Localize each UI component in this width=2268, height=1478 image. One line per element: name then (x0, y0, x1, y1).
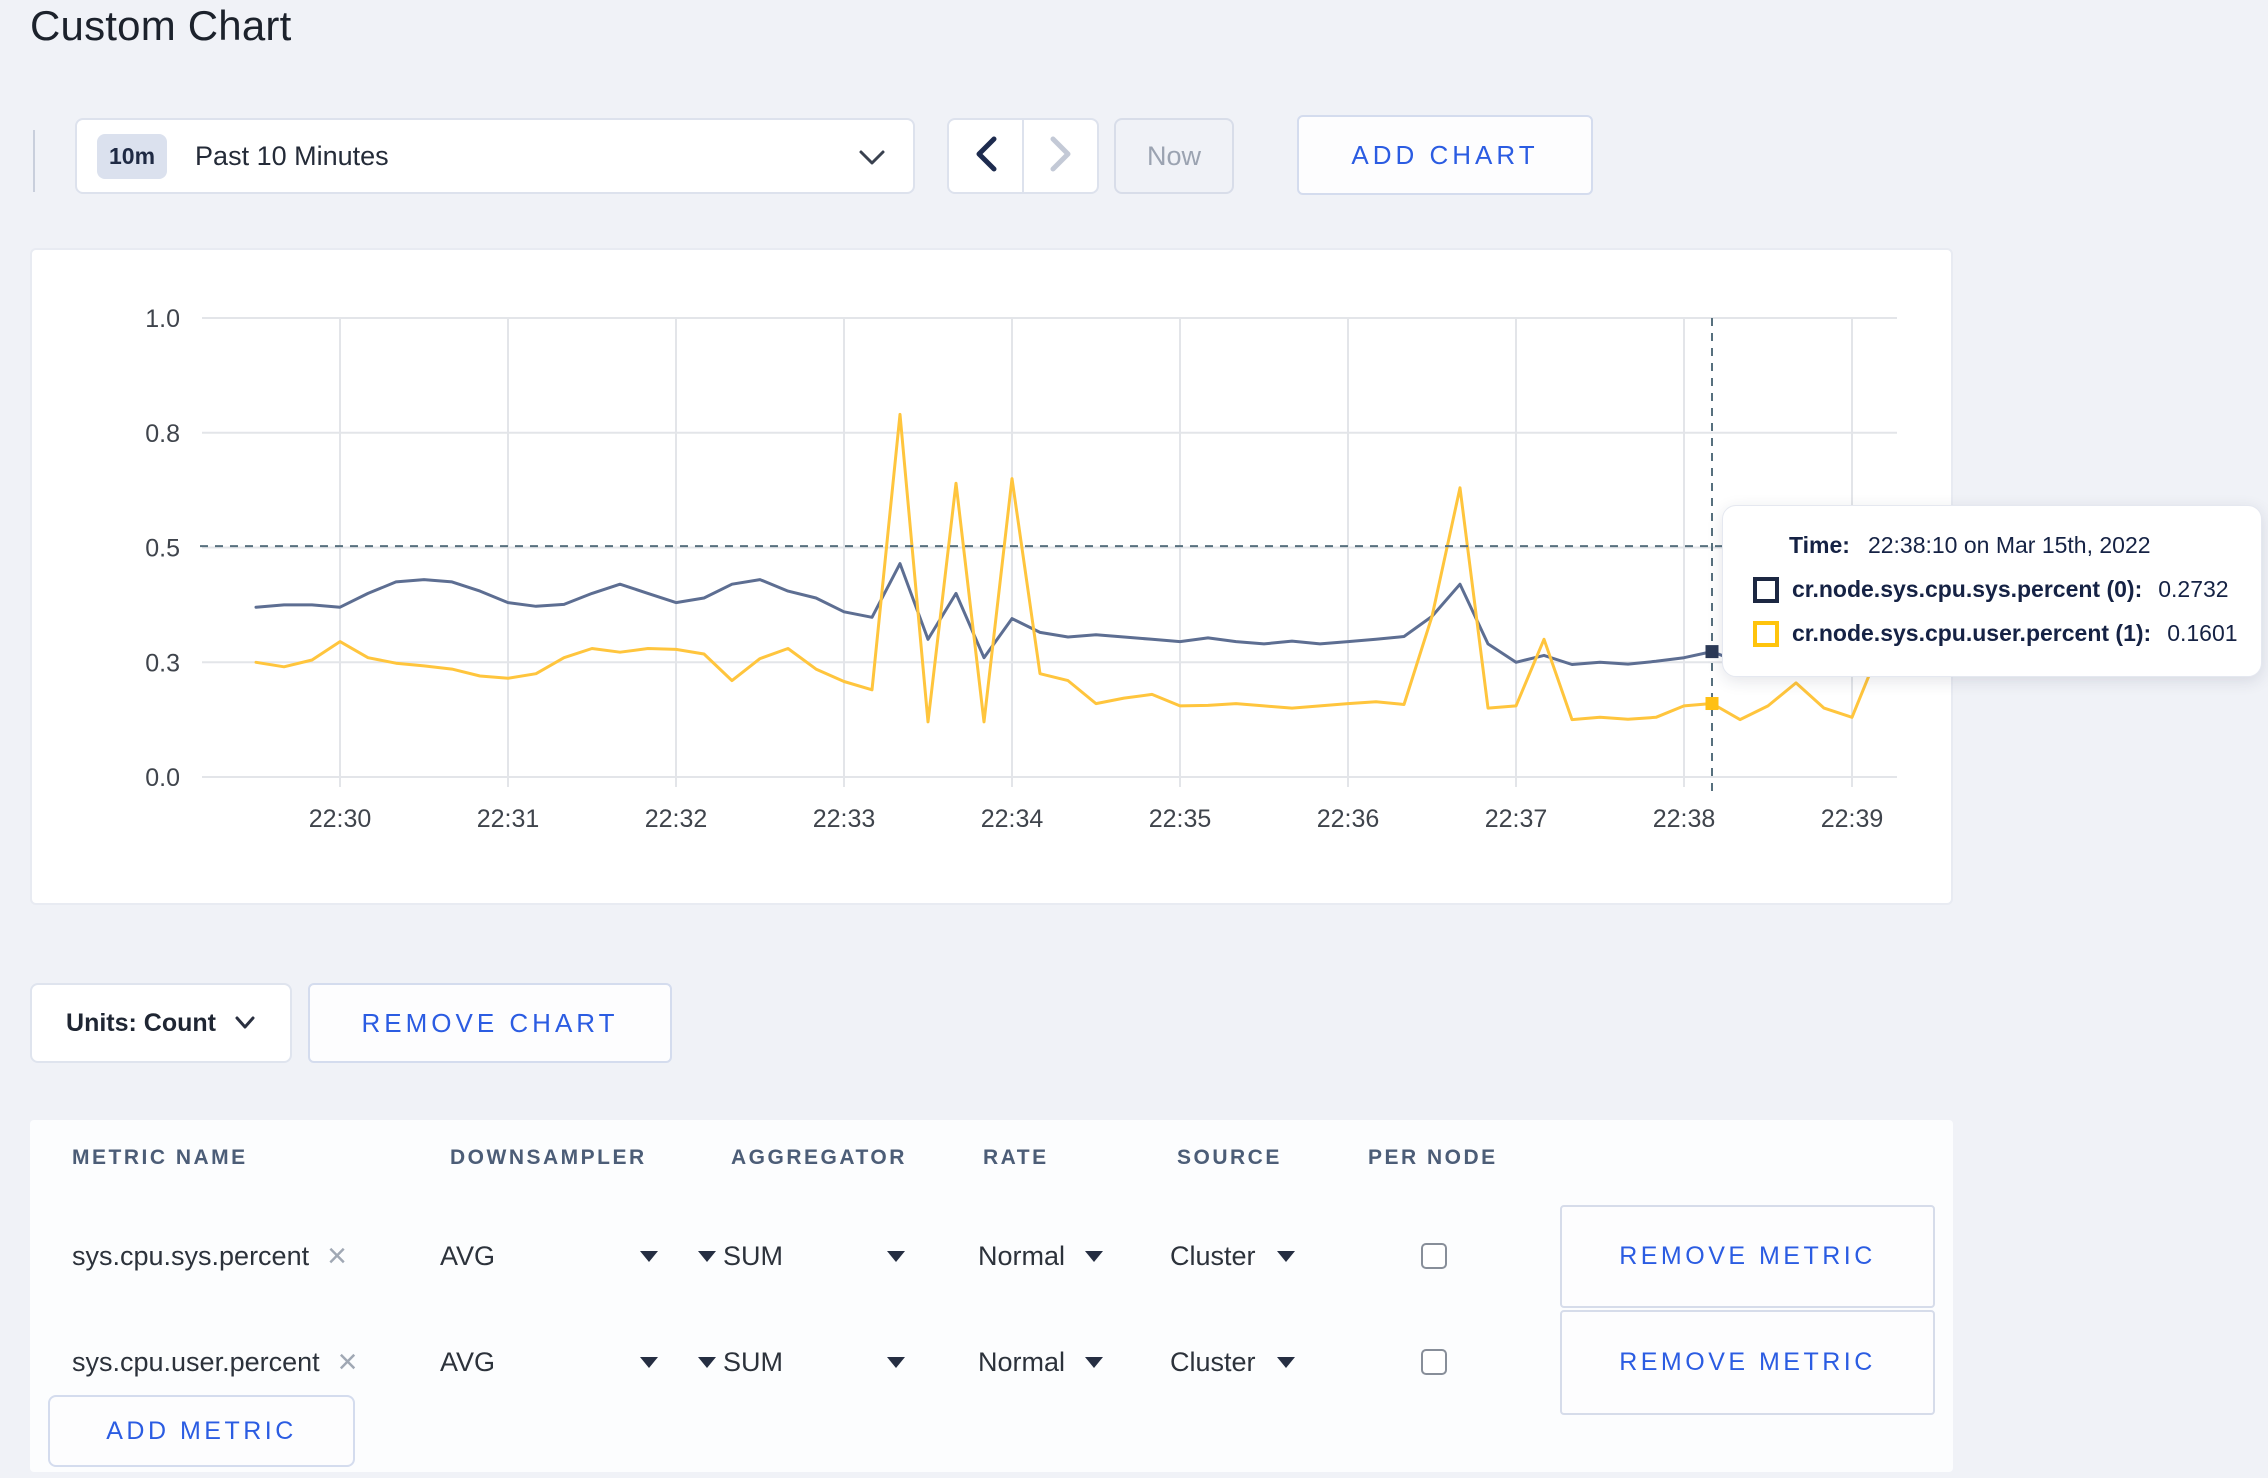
metric-name-select[interactable]: sys.cpu.user.percent × (72, 1340, 358, 1384)
dropdown-caret-icon[interactable] (887, 1251, 905, 1262)
remove-chart-button[interactable]: REMOVE CHART (308, 983, 672, 1063)
col-header-source: SOURCE (1177, 1146, 1282, 1169)
chevron-down-icon (234, 1009, 256, 1038)
remove-metric-x-icon[interactable]: × (327, 1239, 347, 1273)
tooltip-series-label: cr.node.sys.cpu.sys.percent (0): (1792, 576, 2143, 602)
svg-text:22:38: 22:38 (1653, 805, 1716, 833)
col-header-downsampler: DOWNSAMPLER (450, 1146, 647, 1169)
remove-metric-button[interactable]: REMOVE METRIC (1560, 1310, 1935, 1415)
series-swatch-icon (1753, 620, 1779, 647)
rate-select-label: Normal (978, 1240, 1066, 1271)
time-range-label: Past 10 Minutes (195, 140, 389, 171)
now-button[interactable]: Now (1114, 118, 1234, 194)
svg-text:22:31: 22:31 (477, 805, 540, 833)
dropdown-caret-icon[interactable] (1277, 1251, 1295, 1262)
source-select-label: Cluster (1170, 1346, 1256, 1377)
tooltip-time-row: Time: 22:38:10 on Mar 15th, 2022 (1789, 532, 2261, 559)
col-header-per-node: PER NODE (1368, 1146, 1498, 1169)
tooltip-series-row: cr.node.sys.cpu.sys.percent (0): 0.2732 (1753, 576, 2261, 603)
source-select[interactable]: Cluster (1170, 1234, 1256, 1278)
hover-tooltip: Time: 22:38:10 on Mar 15th, 2022 cr.node… (1722, 505, 2262, 677)
metric-name-select-label: sys.cpu.user.percent (72, 1346, 320, 1377)
svg-text:22:33: 22:33 (813, 805, 876, 833)
dropdown-caret-icon[interactable] (887, 1357, 905, 1368)
dropdown-caret-icon[interactable] (640, 1357, 658, 1368)
dropdown-caret-icon[interactable] (1277, 1357, 1295, 1368)
svg-text:22:35: 22:35 (1149, 805, 1212, 833)
source-select[interactable]: Cluster (1170, 1340, 1256, 1384)
tooltip-time-label: Time: (1789, 532, 1850, 558)
svg-text:22:34: 22:34 (981, 805, 1044, 833)
remove-metric-button[interactable]: REMOVE METRIC (1560, 1205, 1935, 1308)
svg-text:1.0: 1.0 (145, 305, 180, 333)
add-metric-button[interactable]: ADD METRIC (48, 1395, 355, 1467)
col-header-metric-name: METRIC NAME (72, 1146, 248, 1169)
aggregator-select[interactable]: SUM (723, 1234, 783, 1278)
per-node-checkbox[interactable] (1421, 1349, 1447, 1375)
dropdown-caret-icon[interactable] (698, 1357, 716, 1368)
svg-text:22:37: 22:37 (1485, 805, 1548, 833)
svg-text:22:30: 22:30 (309, 805, 372, 833)
units-label: Units: Count (66, 1008, 216, 1037)
downsampler-select-label: AVG (440, 1240, 496, 1271)
svg-text:22:39: 22:39 (1821, 805, 1884, 833)
time-range-dropdown[interactable]: 10m Past 10 Minutes (75, 118, 915, 194)
units-dropdown[interactable]: Units: Count (30, 983, 292, 1063)
time-range-badge: 10m (97, 133, 168, 179)
svg-text:0.8: 0.8 (145, 420, 180, 448)
next-time-button[interactable] (1023, 118, 1099, 194)
remove-metric-x-icon[interactable]: × (338, 1345, 358, 1379)
svg-text:0.0: 0.0 (145, 764, 180, 792)
svg-text:22:36: 22:36 (1317, 805, 1380, 833)
aggregator-select-label: SUM (723, 1346, 783, 1377)
tooltip-series-value: 0.1601 (2167, 620, 2238, 646)
aggregator-select-label: SUM (723, 1240, 783, 1271)
tooltip-series-value: 0.2732 (2158, 576, 2229, 602)
dropdown-caret-icon[interactable] (698, 1251, 716, 1262)
time-window-arrows (947, 118, 1099, 194)
cpu-line-chart[interactable]: 0.0 0.3 0.5 0.8 1.0 22:30 22:31 22:32 22:33 22:34… (32, 250, 1951, 903)
toolbar-divider (33, 130, 35, 192)
rate-select[interactable]: Normal (978, 1340, 1065, 1384)
aggregator-select[interactable]: SUM (723, 1340, 783, 1384)
chevron-right-icon (1046, 134, 1076, 179)
chevron-left-icon (971, 134, 1001, 179)
series-swatch-icon (1753, 576, 1779, 603)
add-chart-button[interactable]: ADD CHART (1297, 115, 1593, 195)
tooltip-series-row: cr.node.sys.cpu.user.percent (1): 0.1601 (1753, 620, 2261, 647)
dropdown-caret-icon[interactable] (1085, 1357, 1103, 1368)
downsampler-select[interactable]: AVG (440, 1234, 495, 1278)
col-header-rate: RATE (983, 1146, 1049, 1169)
svg-text:0.3: 0.3 (145, 649, 180, 677)
col-header-aggregator: AGGREGATOR (731, 1146, 907, 1169)
dropdown-caret-icon[interactable] (1085, 1251, 1103, 1262)
tooltip-series-label: cr.node.sys.cpu.user.percent (1): (1792, 620, 2152, 646)
tooltip-time-value: 22:38:10 on Mar 15th, 2022 (1867, 532, 2151, 558)
svg-text:22:32: 22:32 (645, 805, 708, 833)
metric-name-select[interactable]: sys.cpu.sys.percent × (72, 1234, 347, 1278)
metric-name-select-label: sys.cpu.sys.percent (72, 1240, 310, 1271)
page-title: Custom Chart (30, 2, 292, 49)
per-node-checkbox[interactable] (1421, 1243, 1447, 1269)
chart-panel: 0.0 0.3 0.5 0.8 1.0 22:30 22:31 22:32 22:33 22:34… (30, 248, 1953, 905)
source-select-label: Cluster (1170, 1240, 1256, 1271)
downsampler-select-label: AVG (440, 1346, 496, 1377)
dropdown-caret-icon[interactable] (640, 1251, 658, 1262)
downsampler-select[interactable]: AVG (440, 1340, 495, 1384)
rate-select[interactable]: Normal (978, 1234, 1065, 1278)
prev-time-button[interactable] (947, 118, 1023, 194)
rate-select-label: Normal (978, 1346, 1066, 1377)
chevron-down-icon (857, 148, 887, 173)
svg-text:0.5: 0.5 (145, 535, 180, 563)
